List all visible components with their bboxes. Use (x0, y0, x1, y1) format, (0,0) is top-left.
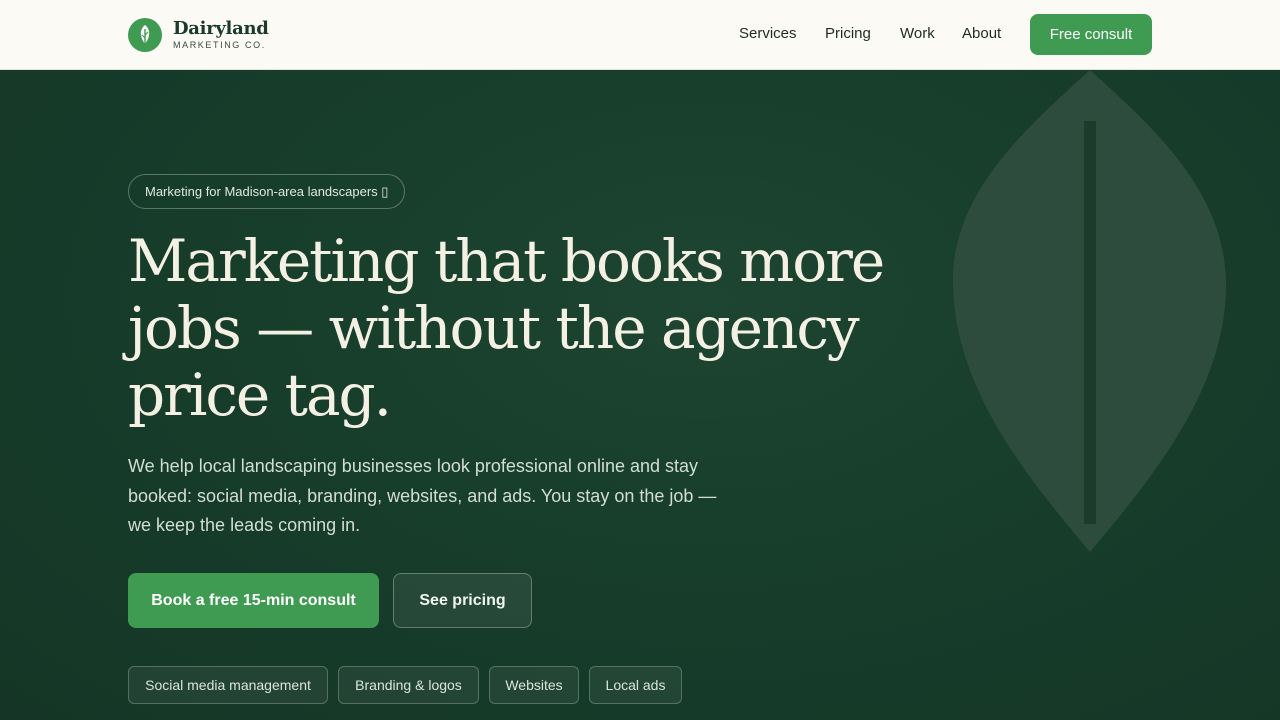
brand-logo-link[interactable]: Dairyland MARKETING CO. (128, 17, 269, 53)
nav-about-link[interactable]: About (962, 24, 1001, 44)
leaf-icon (128, 18, 162, 52)
site-header: Dairyland MARKETING CO. Services Pricing… (0, 0, 1280, 70)
hero-headline: Marketing that books more jobs — without… (128, 227, 885, 429)
audience-pill: Marketing for Madison-area landscapers ▯ (128, 174, 406, 209)
nav-pricing-link[interactable]: Pricing (825, 24, 871, 44)
service-tag-websites: Websites (489, 666, 579, 704)
brand-name: Dairyland (173, 18, 269, 39)
see-pricing-button[interactable]: See pricing (393, 573, 532, 628)
service-tag-social-media: Social media management (128, 666, 328, 704)
service-tag-branding: Branding & logos (338, 666, 479, 704)
book-consult-button[interactable]: Book a free 15-min consult (128, 573, 379, 628)
nav-services-link[interactable]: Services (739, 24, 797, 44)
service-tag-local-ads: Local ads (589, 666, 682, 704)
nav-work-link[interactable]: Work (900, 24, 935, 44)
hero-section: Marketing for Madison-area landscapers ▯… (0, 70, 1280, 720)
hero-subtext: We help local landscaping businesses loo… (128, 456, 717, 535)
free-consult-button[interactable]: Free consult (1030, 14, 1152, 55)
brand-tagline: MARKETING CO. (173, 40, 266, 50)
leaf-icon (953, 70, 1226, 552)
